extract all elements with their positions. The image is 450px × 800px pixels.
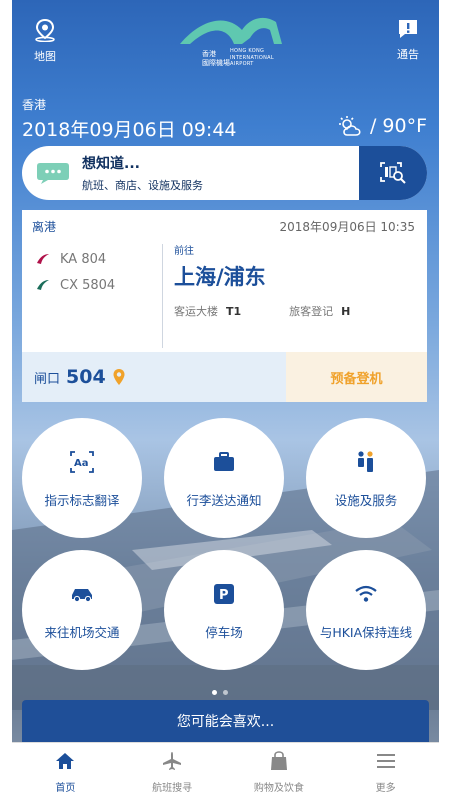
hkia-logo[interactable]: 香港 國際機場 HONG KONG INTERNATIONAL AIRPORT (172, 8, 292, 68)
svg-text:P: P (219, 588, 229, 603)
temperature: / 90°F (369, 115, 427, 137)
search-subtitle: 航班、商店、设施及服务 (82, 179, 203, 192)
app-screen: 地图 香港 國際機場 HONG KONG INTERNATIONAL AIRPO… (12, 0, 439, 800)
bottom-tab-bar: 首页 航班搜寻 购物及饮食 更多 (12, 742, 439, 800)
location-pin-icon (113, 369, 125, 385)
map-button[interactable]: 地图 (30, 18, 60, 64)
service-sign-translation[interactable]: Aa 指示标志翻译 (22, 418, 142, 538)
flight-card[interactable]: 离港 2018年09月06日 10:35 KA 804 CX 5804 前往 上… (22, 210, 427, 402)
page-dot-active (212, 690, 217, 695)
map-pin-icon (35, 18, 55, 43)
to-label: 前往 (174, 246, 194, 257)
flight-datetime: 2018年09月06日 10:35 (279, 220, 415, 234)
gate-number: 504 (66, 366, 106, 388)
page-dot (223, 690, 228, 695)
scan-icon (380, 162, 406, 184)
tab-home[interactable]: 首页 (12, 743, 119, 800)
search-title: 想知道... (82, 156, 140, 172)
boarding-status: 预备登机 (286, 352, 427, 402)
logo-cn-text: 香港 國際機場 (202, 50, 230, 67)
divider (162, 244, 163, 348)
service-transport[interactable]: 来往机场交通 (22, 550, 142, 670)
svg-text:Aa: Aa (74, 458, 89, 469)
scan-button[interactable] (359, 146, 427, 200)
terminal-info: 客运大楼 T1 (174, 305, 242, 318)
facilities-icon (358, 450, 373, 472)
service-baggage-notice[interactable]: 行李送达通知 (164, 418, 284, 538)
parking-icon: P (214, 583, 234, 604)
menu-icon (376, 754, 395, 768)
service-wifi[interactable]: 与HKIA保持连线 (306, 550, 426, 670)
translate-icon: Aa (70, 450, 94, 473)
flight-meta: 客运大楼 T1 旅客登记 H (174, 303, 350, 319)
flight-codes: KA 804 CX 5804 (36, 246, 115, 298)
search-bar[interactable]: 想知道... 航班、商店、设施及服务 (22, 146, 427, 200)
gate-label: 闸口 (34, 371, 61, 387)
you-may-like-banner[interactable]: 您可能会喜欢... (22, 700, 429, 742)
baggage-icon (214, 451, 234, 471)
notice-label: 通告 (397, 48, 419, 61)
page-indicator (212, 690, 228, 695)
top-bar: 地图 香港 國際機場 HONG KONG INTERNATIONAL AIRPO… (12, 0, 439, 80)
shopping-bag-icon (270, 751, 287, 770)
home-icon (56, 753, 75, 769)
tab-shopping-dining[interactable]: 购物及饮食 (226, 743, 333, 800)
partly-cloudy-icon (338, 116, 361, 136)
destination-block: 前往 上海/浦东 客运大楼 T1 旅客登记 H (174, 242, 350, 319)
flight-code-row: CX 5804 (36, 272, 115, 298)
plane-icon (163, 752, 182, 770)
checkin-info: 旅客登记 H (289, 305, 351, 318)
logo-mark (180, 17, 282, 44)
gate-info: 闸口 504 (22, 352, 286, 402)
airline-logo-icon (37, 254, 49, 264)
current-datetime: 2018年09月06日 09:44 (22, 119, 237, 141)
destination-city: 上海/浦东 (174, 265, 266, 289)
service-parking[interactable]: P 停车场 (164, 550, 284, 670)
location-label: 香港 (22, 98, 47, 112)
tab-flight-search[interactable]: 航班搜寻 (119, 743, 226, 800)
logo-en-text: HONG KONG INTERNATIONAL AIRPORT (230, 48, 274, 67)
airline-logo-icon (37, 280, 49, 290)
service-facilities[interactable]: 设施及服务 (306, 418, 426, 538)
flight-type: 离港 (32, 220, 57, 234)
weather-widget[interactable]: / 90°F (338, 115, 427, 137)
tab-more[interactable]: 更多 (332, 743, 439, 800)
map-label: 地图 (34, 50, 56, 63)
message-alert-icon (399, 20, 417, 38)
wifi-icon (355, 585, 377, 602)
flight-code-row: KA 804 (36, 246, 115, 272)
notice-button[interactable]: 通告 (393, 18, 423, 62)
chat-bubble-icon (37, 163, 69, 184)
car-icon (72, 588, 92, 602)
